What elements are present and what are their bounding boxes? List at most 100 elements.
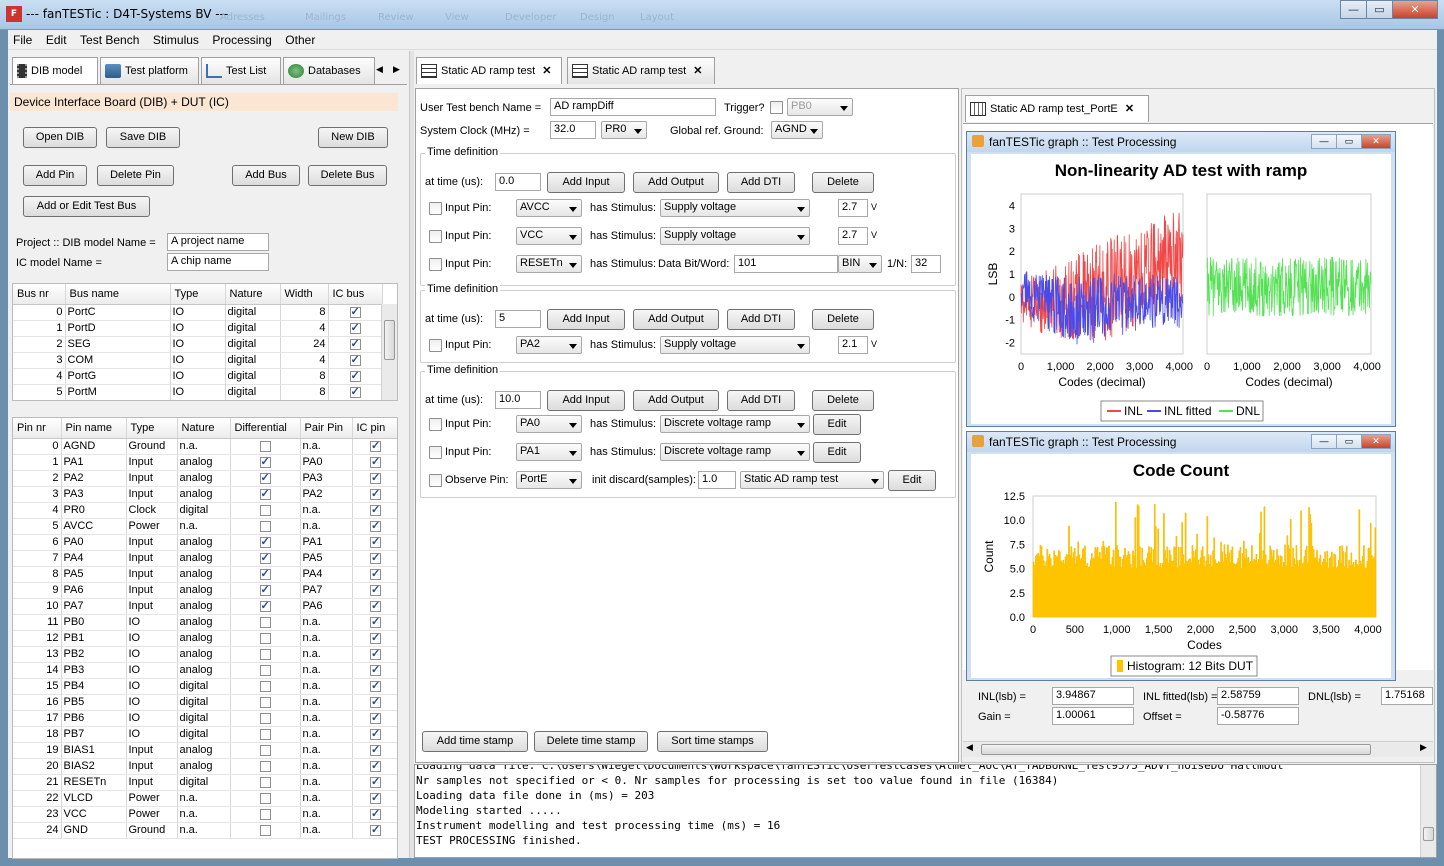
pin-row[interactable]: 18 PB7 IO digital n.a.: [13, 726, 397, 743]
clock-input[interactable]: 32.0: [550, 121, 596, 139]
pin-icpin-checkbox[interactable]: [352, 678, 397, 695]
pin-differential-checkbox[interactable]: [230, 598, 301, 615]
pin-icpin-checkbox-box[interactable]: [370, 663, 381, 676]
add-pin-button[interactable]: Add Pin: [23, 165, 87, 186]
pin-row[interactable]: 0 AGND Ground n.a. n.a.: [13, 438, 397, 455]
pin-differential-checkbox-box[interactable]: [259, 520, 271, 532]
pin-icpin-checkbox[interactable]: [352, 742, 397, 759]
delete-bus-button[interactable]: Delete Bus: [308, 165, 387, 186]
pin-icpin-checkbox-box[interactable]: [370, 583, 381, 596]
pin-icpin-checkbox[interactable]: [352, 534, 397, 551]
pin-icpin-checkbox[interactable]: [352, 646, 397, 663]
pin-icpin-checkbox[interactable]: [352, 774, 397, 791]
pin-differential-checkbox-box[interactable]: [259, 664, 271, 676]
pin-col-name[interactable]: Pin name: [61, 418, 127, 439]
tab-static-ad-2[interactable]: Static AD ramp test ✕: [567, 57, 715, 84]
pin-col-type[interactable]: Type: [126, 418, 178, 439]
pin-row[interactable]: 8PA5Inputanalog PA4: [13, 566, 397, 583]
console-scroll-thumb[interactable]: [1423, 827, 1434, 841]
td3-r2-checkbox[interactable]: [429, 446, 442, 459]
td3-r3-discard-input[interactable]: 1.0: [698, 471, 736, 489]
td3-r1-edit-button[interactable]: Edit: [813, 414, 861, 435]
menu-stimulus[interactable]: Stimulus: [148, 30, 204, 47]
pin-icpin-checkbox[interactable]: [352, 518, 397, 535]
tab-test-list[interactable]: Test List: [201, 57, 281, 84]
bus-row[interactable]: 2 SEG IO digital 24: [13, 336, 383, 353]
pin-differential-checkbox[interactable]: [230, 438, 301, 455]
pin-icpin-checkbox-box[interactable]: [370, 679, 381, 692]
pin-icpin-checkbox-box[interactable]: [370, 599, 381, 612]
td1-delete-button[interactable]: Delete: [812, 172, 874, 193]
tab-graph-porte[interactable]: Static AD ramp test_PortE ✕: [965, 95, 1149, 122]
pin-icpin-checkbox[interactable]: [352, 470, 397, 487]
pin-differential-checkbox-box[interactable]: [259, 440, 271, 452]
pin-row[interactable]: 11 PB0 IO analog n.a.: [13, 614, 397, 631]
pin-icpin-checkbox-box[interactable]: [370, 727, 381, 740]
pin-row[interactable]: 23 VCC Power n.a. n.a.: [13, 806, 397, 823]
pin-differential-checkbox[interactable]: [230, 486, 301, 503]
pin-col-nr[interactable]: Pin nr: [13, 418, 62, 439]
pin-differential-checkbox-box[interactable]: [259, 551, 271, 564]
pin-row[interactable]: 21 RESETn Input digital n.a.: [13, 774, 397, 791]
pin-differential-checkbox[interactable]: [230, 630, 301, 647]
td1-add-input-button[interactable]: Add Input: [547, 172, 625, 193]
bus-icbus-checkbox[interactable]: [328, 336, 383, 353]
pin-icpin-checkbox-box[interactable]: [370, 647, 381, 660]
add-bus-button[interactable]: Add Bus: [232, 165, 300, 186]
pin-row[interactable]: 13 PB2 IO analog n.a.: [13, 646, 397, 663]
graph-hscroll-thumb[interactable]: [981, 744, 1371, 755]
trigger-checkbox[interactable]: [770, 101, 783, 114]
pin-differential-checkbox-box[interactable]: [259, 616, 271, 628]
pin-icpin-checkbox[interactable]: [352, 694, 397, 711]
pin-differential-checkbox-box[interactable]: [259, 567, 271, 580]
hist-maximize-button[interactable]: ▭: [1336, 434, 1362, 449]
pin-icpin-checkbox-box[interactable]: [370, 535, 381, 548]
pin-row[interactable]: 20 BIAS2 Input analog n.a.: [13, 758, 397, 775]
bus-col-width[interactable]: Width: [280, 284, 329, 305]
td3-add-output-button[interactable]: Add Output: [633, 390, 719, 411]
menu-other[interactable]: Other: [280, 30, 320, 47]
pin-icpin-checkbox-box[interactable]: [370, 807, 381, 820]
pin-differential-checkbox[interactable]: [230, 806, 301, 823]
td3-r3-pin-select[interactable]: PortE: [516, 471, 582, 489]
bus-col-name[interactable]: Bus name: [65, 284, 171, 305]
menu-edit[interactable]: Edit: [41, 30, 72, 47]
td3-r2-pin-select[interactable]: PA1: [516, 443, 582, 461]
bench-name-input[interactable]: AD rampDiff: [550, 98, 716, 116]
td1-r3-word-input[interactable]: 101: [734, 255, 838, 273]
tab-static-ad-1[interactable]: Static AD ramp test ✕: [416, 57, 562, 84]
td3-r2-edit-button[interactable]: Edit: [813, 442, 861, 463]
pin-differential-checkbox[interactable]: [230, 518, 301, 535]
bus-row[interactable]: 4 PortG IO digital 8: [13, 368, 383, 385]
td3-r3-test-select[interactable]: Static AD ramp test: [740, 471, 884, 489]
pin-differential-checkbox-box[interactable]: [259, 792, 271, 804]
add-time-stamp-button[interactable]: Add time stamp: [422, 731, 528, 752]
inl-maximize-button[interactable]: ▭: [1336, 134, 1362, 149]
pin-icpin-checkbox[interactable]: [352, 566, 397, 583]
pin-differential-checkbox[interactable]: [230, 662, 301, 679]
add-edit-test-bus-button[interactable]: Add or Edit Test Bus: [23, 196, 150, 217]
bus-icbus-checkbox-box[interactable]: [349, 337, 361, 350]
bus-col-type[interactable]: Type: [170, 284, 226, 305]
pin-differential-checkbox[interactable]: [230, 646, 301, 663]
pin-differential-checkbox[interactable]: [230, 566, 301, 583]
pin-icpin-checkbox[interactable]: [352, 806, 397, 823]
pin-differential-checkbox[interactable]: [230, 710, 301, 727]
td1-add-output-button[interactable]: Add Output: [633, 172, 719, 193]
pin-icpin-checkbox-box[interactable]: [370, 759, 381, 772]
pin-differential-checkbox[interactable]: [230, 694, 301, 711]
bus-icbus-checkbox-box[interactable]: [349, 385, 361, 398]
td1-r3-checkbox[interactable]: [429, 258, 442, 271]
bus-icbus-checkbox-box[interactable]: [349, 305, 361, 318]
pin-differential-checkbox-box[interactable]: [259, 504, 271, 516]
pin-icpin-checkbox-box[interactable]: [370, 551, 381, 564]
menu-test-bench[interactable]: Test Bench: [75, 30, 144, 47]
pin-icpin-checkbox-box[interactable]: [370, 567, 381, 580]
pin-row[interactable]: 5 AVCC Power n.a. n.a.: [13, 518, 397, 535]
td1-r3-format-select[interactable]: BIN: [838, 255, 882, 273]
pin-differential-checkbox[interactable]: [230, 774, 301, 791]
td3-r1-pin-select[interactable]: PA0: [516, 415, 582, 433]
close-tab-1-icon[interactable]: ✕: [542, 65, 551, 77]
bus-row[interactable]: 0 PortC IO digital 8: [13, 304, 383, 321]
td3-time-input[interactable]: 10.0: [495, 391, 541, 409]
